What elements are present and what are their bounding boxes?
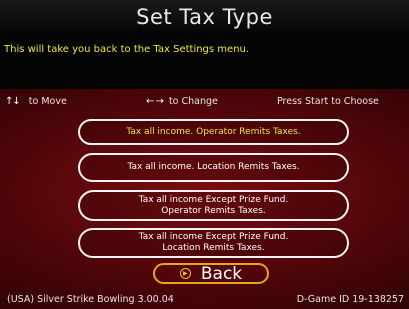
chevron-right-icon: ▶ xyxy=(179,268,191,279)
title-bar: Set Tax Type xyxy=(0,0,409,34)
menu-item-label: Tax all income Except Prize Fund. Locati… xyxy=(138,232,289,253)
change-hint-label: to Change xyxy=(168,96,218,107)
description-panel: This will take you back to the Tax Setti… xyxy=(0,34,409,89)
left-right-arrow-icon: ← → xyxy=(146,96,164,107)
page-title: Set Tax Type xyxy=(136,5,273,29)
controls-hint-bar: ↑↓ to Move ← → to Change Press Start to … xyxy=(0,96,409,110)
menu-item-location-remits[interactable]: Tax all income. Location Remits Taxes. xyxy=(78,153,349,182)
start-hint: Press Start to Choose xyxy=(277,96,379,107)
menu-item-label: Tax all income. Location Remits Taxes. xyxy=(127,162,300,172)
menu-item-operator-remits[interactable]: Tax all income. Operator Remits Taxes. xyxy=(78,119,349,145)
start-hint-label: Press Start to Choose xyxy=(277,96,379,107)
menu-item-label: Tax all income Except Prize Fund. Operat… xyxy=(138,194,289,216)
move-hint: ↑↓ to Move xyxy=(5,96,67,107)
back-button-label: Back xyxy=(200,263,243,284)
description-text: This will take you back to the Tax Setti… xyxy=(4,44,250,55)
menu-item-label: Tax all income. Operator Remits Taxes. xyxy=(126,126,301,137)
menu-item-except-prize-operator-remits[interactable]: Tax all income Except Prize Fund. Operat… xyxy=(78,190,349,221)
move-hint-label: to Move xyxy=(28,96,67,107)
game-version-info: (USA) Silver Strike Bowling 3.00.04 xyxy=(7,294,174,305)
up-down-arrow-icon: ↑↓ xyxy=(5,96,21,107)
change-hint: ← → to Change xyxy=(146,96,218,107)
menu-item-except-prize-location-remits[interactable]: Tax all income Except Prize Fund. Locati… xyxy=(78,228,349,258)
footer-status-bar: (USA) Silver Strike Bowling 3.00.04 D-Ga… xyxy=(0,291,409,309)
device-id: D-Game ID 19-138257 xyxy=(296,294,404,305)
back-button[interactable]: ▶ Back xyxy=(153,263,269,284)
